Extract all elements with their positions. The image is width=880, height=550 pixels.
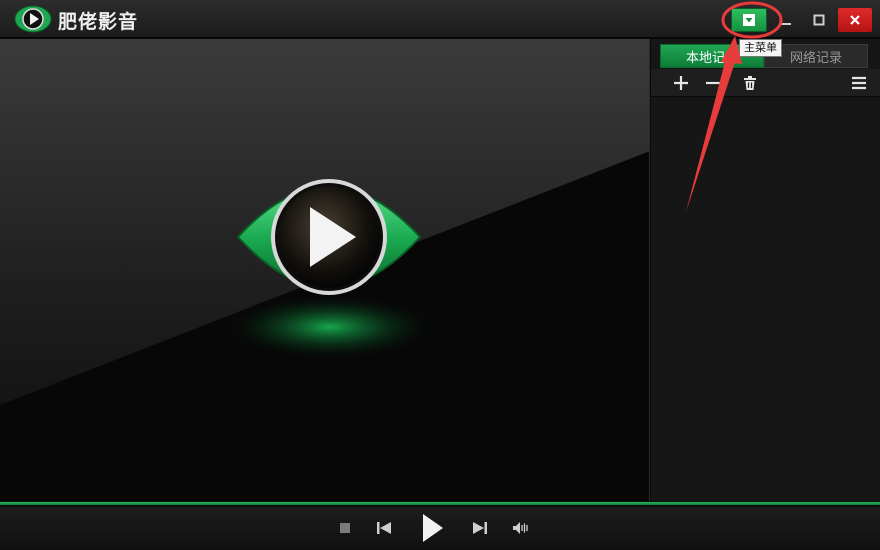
previous-button[interactable] <box>374 518 394 538</box>
maximize-button[interactable] <box>803 8 835 32</box>
playlist-menu-button[interactable] <box>848 73 870 93</box>
playlist-toolbar <box>651 69 880 97</box>
video-area[interactable] <box>0 39 650 501</box>
main-menu-tooltip: 主菜单 <box>739 39 782 57</box>
remove-button[interactable] <box>702 73 724 93</box>
big-play-button[interactable] <box>234 167 424 357</box>
volume-icon <box>513 522 528 534</box>
playlist-panel: 本地记录 网络记录 <box>651 39 880 501</box>
volume-button[interactable] <box>509 518 531 538</box>
main-menu-button[interactable] <box>731 8 767 32</box>
close-icon <box>850 15 860 25</box>
stop-button[interactable] <box>336 519 354 537</box>
maximize-icon <box>813 14 825 26</box>
play-button[interactable] <box>418 510 448 546</box>
minus-icon <box>706 81 720 85</box>
play-icon <box>423 514 443 542</box>
minimize-button[interactable] <box>770 8 802 32</box>
previous-icon <box>377 522 391 534</box>
delete-button[interactable] <box>739 73 761 93</box>
minimize-icon <box>781 23 791 25</box>
play-eye-logo-icon <box>14 5 52 33</box>
stop-icon <box>340 523 350 533</box>
plus-icon <box>674 76 688 90</box>
hamburger-icon <box>852 76 866 90</box>
add-button[interactable] <box>670 73 692 93</box>
next-icon <box>473 522 487 534</box>
close-button[interactable] <box>838 8 872 32</box>
trash-icon <box>744 76 756 90</box>
app-title: 肥佬影音 <box>58 11 139 33</box>
playback-controls <box>0 507 880 550</box>
progress-track <box>0 502 880 505</box>
next-button[interactable] <box>470 518 490 538</box>
dropdown-menu-icon <box>743 14 755 26</box>
title-bar: 肥佬影音 <box>0 0 880 38</box>
